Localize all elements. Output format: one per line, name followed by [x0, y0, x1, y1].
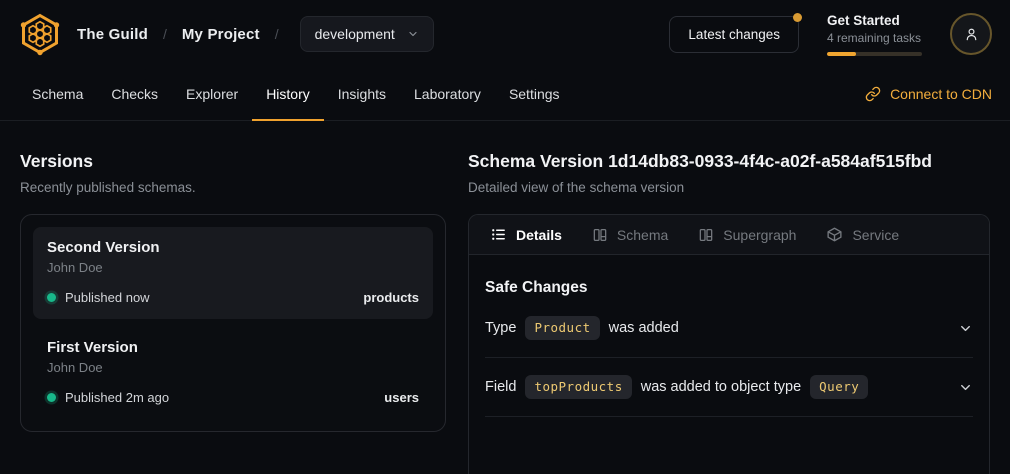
latest-changes-label: Latest changes [688, 27, 780, 42]
connect-to-cdn-link[interactable]: Connect to CDN [865, 68, 992, 120]
chevron-down-icon[interactable] [958, 380, 973, 395]
get-started-title: Get Started [827, 13, 922, 28]
detail-tab-label: Supergraph [723, 227, 796, 243]
environment-select-value: development [315, 26, 395, 42]
detail-tab-details[interactable]: Details [490, 226, 562, 243]
breadcrumb-separator: / [273, 26, 281, 42]
nav-tab-schema[interactable]: Schema [18, 68, 97, 121]
change-row-field-added[interactable]: Field topProducts was added to object ty… [485, 358, 973, 417]
detail-tab-list: Details Schema [469, 215, 989, 255]
change-text: Field [485, 379, 516, 395]
detail-tab-label: Details [516, 227, 562, 243]
detail-tab-label: Schema [617, 227, 668, 243]
versions-subtitle: Recently published schemas. [20, 180, 446, 195]
versions-panel: Versions Recently published schemas. Sec… [20, 139, 446, 474]
cube-icon [826, 226, 843, 243]
version-meta-row: Published now products [47, 290, 419, 305]
change-text: was added [609, 320, 679, 336]
published-status-text: Published now [65, 290, 150, 305]
code-chip: Product [525, 316, 599, 340]
code-chip: Query [810, 375, 868, 399]
version-author: John Doe [47, 360, 419, 375]
top-header: The Guild / My Project / development Lat… [0, 0, 1010, 68]
get-started-remaining-tasks: 4 remaining tasks [827, 31, 922, 45]
get-started-progress-track [827, 52, 922, 56]
service-name-badge: products [363, 290, 419, 305]
nav-tab-laboratory[interactable]: Laboratory [400, 68, 495, 121]
detail-tab-supergraph[interactable]: Supergraph [698, 227, 796, 243]
version-title: Second Version [47, 239, 419, 256]
latest-changes-button[interactable]: Latest changes [669, 16, 799, 53]
version-title: First Version [47, 339, 419, 356]
guild-hive-logo-icon[interactable] [18, 10, 64, 58]
change-row-type-added[interactable]: Type Product was added [485, 299, 973, 358]
versions-title: Versions [20, 151, 446, 172]
notification-dot [793, 13, 802, 22]
published-status-text: Published 2m ago [65, 390, 169, 405]
breadcrumb-separator: / [161, 26, 169, 42]
detail-tab-label: Service [852, 227, 899, 243]
nav-tab-insights[interactable]: Insights [324, 68, 400, 121]
columns-icon [592, 227, 608, 243]
breadcrumb-org[interactable]: The Guild [77, 26, 148, 43]
version-meta-row: Published 2m ago users [47, 390, 419, 405]
published-status-dot [47, 393, 56, 402]
breadcrumb-project[interactable]: My Project [182, 26, 260, 43]
nav-tab-checks[interactable]: Checks [97, 68, 172, 121]
header-actions: Latest changes Get Started 4 remaining t… [669, 13, 992, 56]
chevron-down-icon[interactable] [958, 321, 973, 336]
schema-version-title: Schema Version 1d14db83-0933-4f4c-a02f-a… [468, 151, 990, 172]
connect-to-cdn-label: Connect to CDN [890, 86, 992, 102]
published-status-dot [47, 293, 56, 302]
detail-tab-schema[interactable]: Schema [592, 227, 668, 243]
code-chip: topProducts [525, 375, 631, 399]
chevron-down-icon [407, 28, 419, 40]
primary-nav: Schema Checks Explorer History Insights … [0, 68, 1010, 121]
environment-select[interactable]: development [300, 16, 434, 52]
get-started-widget[interactable]: Get Started 4 remaining tasks [827, 13, 922, 56]
nav-tab-settings[interactable]: Settings [495, 68, 574, 121]
schema-version-subtitle: Detailed view of the schema version [468, 180, 990, 195]
safe-changes-heading: Safe Changes [485, 279, 973, 297]
change-text: was added to object type [641, 379, 801, 395]
change-text: Type [485, 320, 516, 336]
version-list-item-second[interactable]: Second Version John Doe Published now pr… [33, 227, 433, 319]
user-avatar[interactable] [950, 13, 992, 55]
nav-tab-explorer[interactable]: Explorer [172, 68, 252, 121]
versions-list: Second Version John Doe Published now pr… [20, 214, 446, 432]
user-icon [963, 26, 980, 43]
breadcrumb: The Guild / My Project / development [18, 10, 434, 58]
schema-version-detail-panel: Schema Version 1d14db83-0933-4f4c-a02f-a… [468, 139, 990, 474]
version-author: John Doe [47, 260, 419, 275]
version-list-item-first[interactable]: First Version John Doe Published 2m ago … [33, 327, 433, 419]
link-icon [865, 86, 881, 102]
main-content: Versions Recently published schemas. Sec… [0, 121, 1010, 474]
app-window: The Guild / My Project / development Lat… [0, 0, 1010, 474]
schema-version-card: Details Schema [468, 214, 990, 474]
nav-tab-list: Schema Checks Explorer History Insights … [18, 68, 574, 120]
detail-body: Safe Changes Type Product was added Fiel… [469, 255, 989, 417]
detail-tab-service[interactable]: Service [826, 226, 899, 243]
service-name-badge: users [384, 390, 419, 405]
progress-fill [827, 52, 856, 56]
columns-icon [698, 227, 714, 243]
list-icon [490, 226, 507, 243]
nav-tab-history[interactable]: History [252, 68, 324, 121]
